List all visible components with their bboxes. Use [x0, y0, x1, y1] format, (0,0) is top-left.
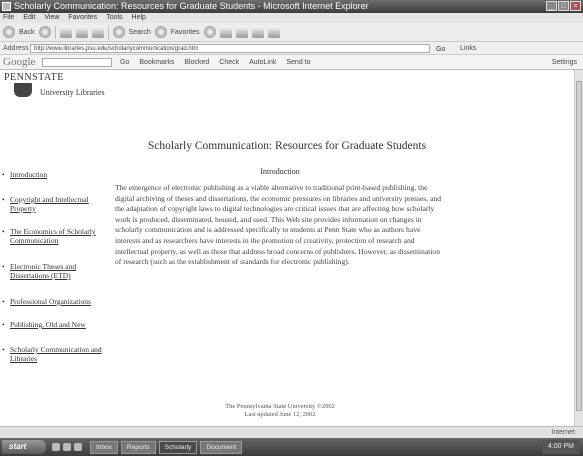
- mail-icon[interactable]: [235, 26, 248, 38]
- nav-item-organizations[interactable]: • Professional Organizations: [2, 297, 112, 306]
- links-button[interactable]: Links: [460, 42, 476, 55]
- menu-help[interactable]: Help: [132, 13, 146, 23]
- back-label[interactable]: Back: [19, 29, 35, 36]
- window-title: Scholarly Communication: Resources for G…: [14, 1, 369, 11]
- copyright-line[interactable]: The Pennsylvania State University ©2002: [115, 403, 445, 411]
- nittany-lion-shield-icon: [14, 83, 32, 97]
- system-clock: 4:00 PM: [541, 440, 580, 454]
- google-go-button[interactable]: Go: [120, 55, 129, 70]
- quick-launch: [52, 443, 82, 451]
- last-updated-line: Last updated June 12, 2002: [244, 411, 316, 418]
- minimize-button[interactable]: _: [546, 1, 557, 11]
- close-button[interactable]: ×: [570, 1, 581, 11]
- section-title: Introduction: [260, 167, 300, 176]
- address-label: Address: [3, 45, 29, 52]
- standard-toolbar: Back Search Favorites: [0, 23, 583, 42]
- menu-bar: File Edit View Favorites Tools Help: [0, 13, 583, 23]
- edit-icon[interactable]: [267, 26, 280, 38]
- start-button[interactable]: start: [2, 440, 46, 454]
- task-button[interactable]: Document: [200, 440, 243, 454]
- menu-edit[interactable]: Edit: [23, 13, 35, 23]
- task-buttons: Inbox Reports Scholarly Document: [90, 440, 243, 454]
- window-controls: _ □ ×: [546, 1, 581, 11]
- nav-link[interactable]: Introduction: [10, 170, 112, 179]
- nav-item-economics[interactable]: • The Economics of Scholarly Communicati…: [2, 227, 112, 245]
- forward-icon[interactable]: [38, 26, 51, 38]
- maximize-button[interactable]: □: [558, 1, 569, 11]
- nav-link[interactable]: Scholarly Communication and Libraries: [10, 345, 112, 363]
- menu-tools[interactable]: Tools: [106, 13, 122, 23]
- nav-link[interactable]: The Economics of Scholarly Communication: [10, 227, 112, 245]
- home-icon[interactable]: [91, 26, 104, 38]
- print-icon[interactable]: [251, 26, 264, 38]
- bullet-icon: •: [2, 227, 5, 236]
- bullet-icon: •: [2, 262, 5, 271]
- status-bar: Internet: [0, 426, 583, 438]
- nav-link[interactable]: Professional Organizations: [10, 297, 112, 306]
- nav-item-publishing[interactable]: • Publishing, Old and New: [2, 320, 112, 329]
- page-content: PENNSTATE University Libraries Scholarly…: [0, 70, 574, 426]
- toolbar-separator: [54, 25, 56, 39]
- menu-view[interactable]: View: [44, 13, 59, 23]
- task-button-active[interactable]: Scholarly: [158, 440, 198, 454]
- google-check-button[interactable]: Check: [219, 55, 239, 70]
- page-title: Scholarly Communication: Resources for G…: [147, 140, 427, 152]
- bullet-icon: •: [2, 297, 5, 306]
- google-logo: Google: [3, 56, 36, 68]
- google-toolbar-items: Go Bookmarks Blocked Check AutoLink Send…: [120, 55, 311, 70]
- search-icon[interactable]: [112, 26, 125, 38]
- google-settings-button[interactable]: Settings: [552, 55, 577, 70]
- refresh-icon[interactable]: [75, 26, 88, 38]
- ie-icon: [2, 2, 11, 11]
- page-footer: The Pennsylvania State University ©2002 …: [115, 403, 445, 419]
- nav-item-etd[interactable]: • Electronic Theses and Dissertations (E…: [2, 262, 112, 280]
- toolbar-separator: [107, 25, 109, 39]
- nav-link[interactable]: Electronic Theses and Dissertations (ETD…: [10, 262, 112, 280]
- menu-favorites[interactable]: Favorites: [68, 13, 97, 23]
- nav-link[interactable]: Copyright and Intellectual Property: [10, 195, 112, 213]
- intro-paragraph: The emergence of electronic publishing a…: [115, 183, 442, 267]
- history-icon[interactable]: [219, 26, 232, 38]
- google-autolink-button[interactable]: AutoLink: [249, 55, 276, 70]
- nav-link[interactable]: Publishing, Old and New: [10, 320, 112, 329]
- bullet-icon: •: [2, 195, 5, 204]
- search-label[interactable]: Search: [129, 29, 151, 36]
- bullet-icon: •: [2, 345, 5, 354]
- menu-file[interactable]: File: [3, 13, 14, 23]
- title-bar: Scholarly Communication: Resources for G…: [0, 0, 583, 13]
- nav-item-copyright[interactable]: • Copyright and Intellectual Property: [2, 195, 112, 213]
- scrollbar-thumb[interactable]: [576, 81, 582, 411]
- google-search-input[interactable]: [42, 58, 112, 67]
- google-sendto-button[interactable]: Send to: [286, 55, 310, 70]
- task-button[interactable]: Reports: [120, 440, 156, 454]
- favorites-label[interactable]: Favorites: [171, 29, 200, 36]
- stop-icon[interactable]: [59, 26, 72, 38]
- task-button[interactable]: Inbox: [90, 440, 118, 454]
- taskbar: start Inbox Reports Scholarly Document 4…: [0, 438, 583, 456]
- security-zone: Internet: [551, 429, 575, 436]
- media-icon[interactable]: [203, 26, 216, 38]
- vertical-scrollbar[interactable]: [574, 70, 583, 426]
- back-icon[interactable]: [3, 26, 15, 38]
- library-name[interactable]: University Libraries: [40, 88, 105, 97]
- google-toolbar: Google Go Bookmarks Blocked Check AutoLi…: [0, 55, 583, 70]
- desktop-quicklaunch-icon[interactable]: [63, 443, 71, 451]
- ie-quicklaunch-icon[interactable]: [52, 443, 60, 451]
- pennstate-logo[interactable]: PENNSTATE: [4, 72, 64, 83]
- address-input[interactable]: http://www.libraries.psu.edu/scholarlyco…: [30, 44, 430, 53]
- nav-item-introduction[interactable]: • Introduction: [2, 170, 112, 179]
- google-blocked-button[interactable]: Blocked: [184, 55, 209, 70]
- mail-quicklaunch-icon[interactable]: [74, 443, 82, 451]
- bullet-icon: •: [2, 320, 5, 329]
- nav-item-libraries[interactable]: • Scholarly Communication and Libraries: [2, 345, 112, 363]
- bullet-icon: •: [2, 170, 5, 179]
- favorites-icon[interactable]: [154, 26, 167, 38]
- google-bookmarks-button[interactable]: Bookmarks: [139, 55, 174, 70]
- address-bar: Address http://www.libraries.psu.edu/sch…: [0, 42, 583, 55]
